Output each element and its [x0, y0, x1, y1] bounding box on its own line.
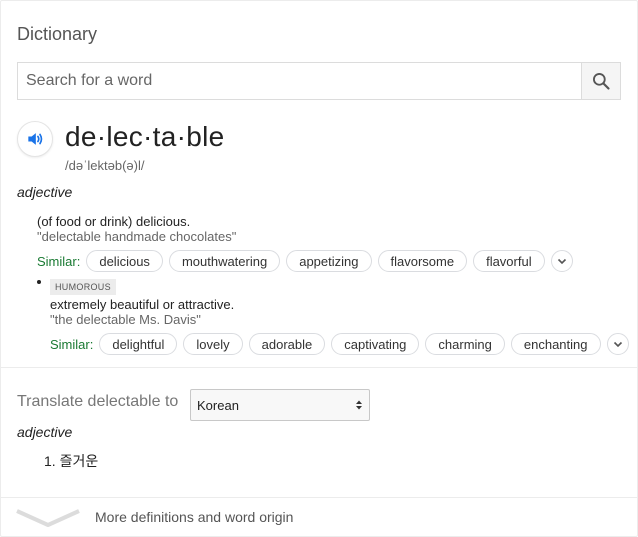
similar-label: Similar:: [50, 336, 94, 352]
expand-similar-button[interactable]: [550, 250, 573, 272]
similar-chip[interactable]: lovely: [183, 333, 243, 355]
chevron-down-icon: [557, 258, 566, 265]
part-of-speech: adjective: [17, 184, 73, 200]
select-arrows-icon: [355, 399, 363, 411]
phonetic-spelling: /dəˈlektəb(ə)l/: [65, 158, 145, 173]
headword: de·lec·ta·ble: [65, 121, 225, 152]
sense-2-similar-row: Similar: delightful lovely adorable capt…: [50, 332, 629, 356]
sense-1-definition: (of food or drink) delicious.: [37, 214, 191, 229]
speaker-icon: [28, 133, 43, 145]
similar-chip[interactable]: mouthwatering: [168, 250, 281, 272]
more-definitions-label: More definitions and word origin: [95, 509, 294, 525]
expand-similar-button[interactable]: [606, 333, 629, 355]
selected-language: Korean: [197, 397, 239, 413]
similar-chip[interactable]: enchanting: [510, 333, 601, 355]
similar-chip[interactable]: captivating: [331, 333, 420, 355]
more-definitions-button[interactable]: More definitions and word origin: [1, 499, 637, 537]
section-divider: [1, 367, 637, 368]
search-icon: [593, 73, 610, 90]
similar-chip[interactable]: delicious: [86, 250, 163, 272]
search-box: [17, 62, 621, 100]
card-title: Dictionary: [17, 24, 98, 44]
similar-chip[interactable]: appetizing: [286, 250, 372, 272]
chevron-down-icon: [16, 509, 80, 527]
similar-chip[interactable]: flavorsome: [377, 250, 468, 272]
translate-label: Translate delectable to: [17, 393, 179, 410]
sense-2-definition: extremely beautiful or attractive.: [50, 297, 235, 312]
translation-part-of-speech: adjective: [17, 424, 73, 440]
search-button[interactable]: [581, 62, 621, 100]
similar-label: Similar:: [37, 253, 81, 269]
language-select[interactable]: Korean: [190, 389, 370, 421]
sense-2-example: "the delectable Ms. Davis": [50, 312, 201, 327]
search-input[interactable]: [18, 63, 581, 99]
pronunciation-button[interactable]: [17, 121, 53, 157]
sense-1-similar-row: Similar: delicious mouthwatering appetiz…: [37, 249, 573, 273]
similar-chip[interactable]: charming: [425, 333, 505, 355]
similar-chip[interactable]: delightful: [99, 333, 178, 355]
translation-result: 1. 즐거운: [44, 453, 99, 469]
sense-1-example: "delectable handmade chocolates": [37, 229, 237, 244]
section-divider: [1, 497, 637, 498]
list-bullet: [37, 280, 41, 284]
similar-chip[interactable]: flavorful: [473, 250, 545, 272]
dictionary-card: Dictionary de·lec·ta·ble /dəˈlektəb(ə)l/…: [0, 0, 638, 537]
register-badge: HUMOROUS: [50, 279, 116, 295]
chevron-down-icon: [613, 341, 622, 348]
similar-chip[interactable]: adorable: [248, 333, 326, 355]
